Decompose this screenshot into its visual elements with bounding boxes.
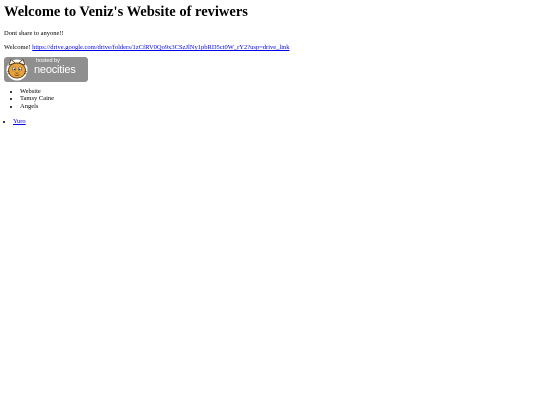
neocities-cat-icon bbox=[6, 58, 28, 81]
nav-link-yuro[interactable]: Yuro bbox=[13, 118, 26, 125]
drive-link[interactable]: https://drive.google.com/drive/folders/1… bbox=[32, 44, 289, 51]
names-list: Website Tamsy Caine Angels bbox=[4, 88, 536, 111]
page: Welcome to Veniz's Website of reviwers D… bbox=[0, 4, 540, 405]
welcome-label: Welcome! bbox=[4, 44, 31, 52]
nav-list-item: Yuro bbox=[13, 118, 536, 126]
list-item: Website bbox=[20, 88, 536, 96]
page-title: Welcome to Veniz's Website of reviwers bbox=[4, 4, 248, 20]
hosted-by-neocities-badge[interactable]: hosted by neocities bbox=[4, 56, 88, 82]
welcome-line: Welcome! https://drive.google.com/drive/… bbox=[4, 44, 536, 52]
list-item: Angels bbox=[20, 103, 536, 111]
nav-links-list: Yuro bbox=[4, 118, 536, 126]
neocities-brand-text: neocities bbox=[34, 63, 76, 76]
list-item: Tamsy Caine bbox=[20, 95, 536, 103]
warning-text: Dont share to anyone!! bbox=[4, 30, 64, 38]
